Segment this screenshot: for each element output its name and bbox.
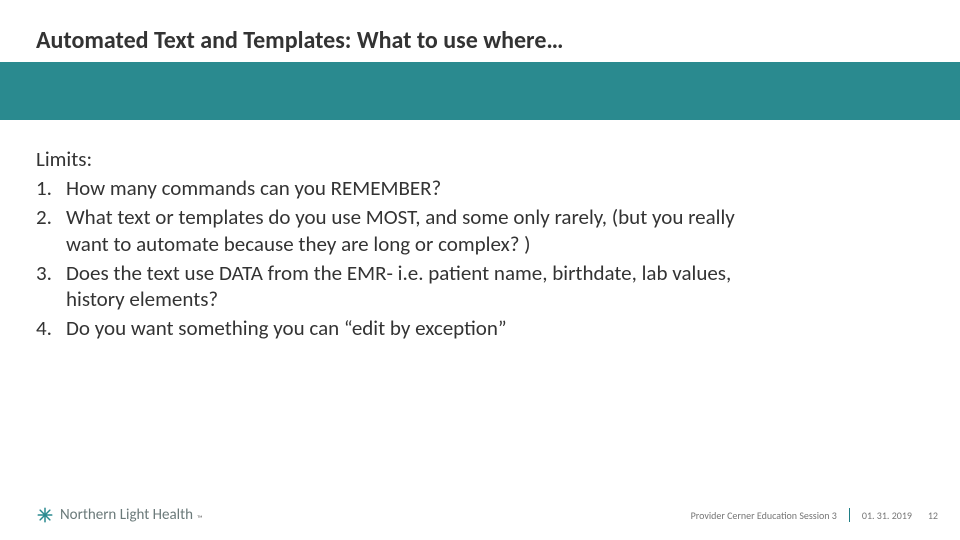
trademark-symbol: ™ <box>197 514 203 524</box>
list-item: Does the text use DATA from the EMR- i.e… <box>36 260 756 314</box>
footer-meta: Provider Cerner Education Session 3 01. … <box>691 508 938 522</box>
list-item: What text or templates do you use MOST, … <box>36 204 756 258</box>
logo-icon <box>36 506 54 524</box>
slide-title: Automated Text and Templates: What to us… <box>36 26 563 55</box>
limits-heading: Limits: <box>36 146 756 173</box>
limits-list: How many commands can you REMEMBER? What… <box>36 175 756 342</box>
brand-name: Northern Light Health <box>60 506 193 524</box>
list-item: How many commands can you REMEMBER? <box>36 175 756 202</box>
list-item: Do you want something you can “edit by e… <box>36 315 756 342</box>
page-number: 12 <box>924 509 938 522</box>
body-text: Limits: How many commands can you REMEMB… <box>36 146 756 344</box>
slide: Automated Text and Templates: What to us… <box>0 0 960 540</box>
footer-separator <box>849 508 850 522</box>
footer-date: 01. 31. 2019 <box>862 509 912 522</box>
footer: Northern Light Health ™ Provider Cerner … <box>0 494 960 540</box>
header-band <box>0 62 960 120</box>
brand-logo: Northern Light Health ™ <box>36 506 205 524</box>
session-label: Provider Cerner Education Session 3 <box>691 509 837 522</box>
